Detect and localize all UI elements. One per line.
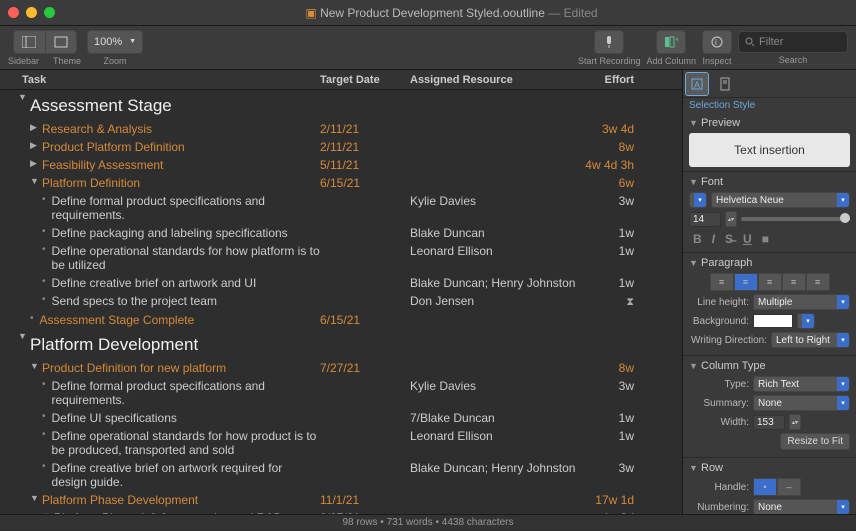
search-label: Search	[779, 55, 808, 65]
text-color-button[interactable]: ■	[762, 232, 769, 246]
align-center-button[interactable]: ≡	[734, 273, 758, 291]
align-right-button[interactable]: ≡	[758, 273, 782, 291]
handle-none-button[interactable]: –	[777, 478, 801, 496]
outline-row[interactable]: ▼Platform Phase Development11/1/2117w 1d	[0, 491, 682, 509]
status-bar: 98 rows • 731 words • 4438 characters	[0, 514, 856, 530]
handle-bullet-button[interactable]: •	[753, 478, 777, 496]
width-label: Width:	[689, 417, 749, 428]
numbering-label: Numbering:	[689, 502, 749, 513]
line-height-select[interactable]: Multiple▾	[753, 294, 850, 310]
column-headers: Task Target Date Assigned Resource Effor…	[0, 70, 682, 90]
titlebar: ▣ New Product Development Styled.ooutlin…	[0, 0, 856, 26]
outline-row[interactable]: ▼Platform Phase 1 & 2 prototyping and R&…	[0, 509, 682, 514]
font-size-slider[interactable]	[741, 217, 850, 221]
window-title: ▣ New Product Development Styled.ooutlin…	[55, 6, 848, 20]
svg-text:i: i	[715, 38, 717, 47]
outline-row[interactable]: ▼Platform Definition6/15/216w	[0, 174, 682, 192]
numbering-select[interactable]: None▾	[753, 499, 850, 514]
align-natural-button[interactable]: ≡	[806, 273, 830, 291]
writing-dir-label: Writing Direction:	[689, 335, 767, 346]
width-field[interactable]: 153	[753, 415, 785, 430]
outline-row[interactable]: •Define operational standards for how pl…	[0, 242, 682, 274]
outline-row[interactable]: •Define formal product specifications an…	[0, 377, 682, 409]
zoom-button[interactable]	[44, 7, 55, 18]
background-label: Background:	[689, 316, 749, 327]
font-size-field[interactable]: 14	[689, 212, 721, 227]
align-justify-button[interactable]: ≡	[782, 273, 806, 291]
svg-text:A: A	[694, 80, 700, 90]
window-controls	[8, 7, 55, 18]
zoom-select[interactable]: 100%▼	[87, 30, 143, 54]
filter-input[interactable]: Filter	[738, 31, 848, 53]
outline-row[interactable]: ▶Feasibility Assessment5/11/214w 4d 3h	[0, 156, 682, 174]
outline-row[interactable]: ▶Research & Analysis2/11/213w 4d	[0, 120, 682, 138]
outline-row[interactable]: •Assessment Stage Complete6/15/21	[0, 311, 682, 329]
outline-row[interactable]: •Define packaging and labeling specifica…	[0, 224, 682, 242]
minimize-button[interactable]	[26, 7, 37, 18]
font-style-select[interactable]: ▾	[689, 192, 707, 208]
summary-label: Summary:	[689, 398, 749, 409]
handle-label: Handle:	[689, 482, 749, 493]
selection-style-label: Selection Style	[683, 98, 856, 113]
inspector-tab-style[interactable]: A	[685, 72, 709, 96]
align-left-button[interactable]: ≡	[710, 273, 734, 291]
width-stepper[interactable]: ▴▾	[789, 414, 801, 430]
type-label: Type:	[689, 379, 749, 390]
type-select[interactable]: Rich Text▾	[753, 376, 850, 392]
inspector-panel: A Selection Style ▼Preview Text insertio…	[682, 70, 856, 514]
line-height-label: Line height:	[689, 297, 749, 308]
row-heading: Row	[701, 462, 723, 474]
col-task[interactable]: Task	[0, 74, 320, 86]
section-row[interactable]: ▼Assessment Stage	[0, 90, 682, 120]
theme-label: Theme	[53, 56, 81, 66]
outline-row[interactable]: •Define UI specifications7/Blake Duncan1…	[0, 409, 682, 427]
outline-row[interactable]: •Define operational standards for how pr…	[0, 427, 682, 459]
svg-text:+: +	[675, 36, 678, 44]
zoom-label: Zoom	[104, 56, 127, 66]
col-target-date[interactable]: Target Date	[320, 74, 410, 86]
inspect-label: Inspect	[702, 56, 731, 66]
outline-row[interactable]: •Define creative brief on artwork requir…	[0, 459, 682, 491]
summary-select[interactable]: None▾	[753, 395, 850, 411]
background-select[interactable]: ▾	[797, 313, 815, 329]
sidebar-label: Sidebar	[8, 56, 39, 66]
outline-row[interactable]: ▼Product Definition for new platform7/27…	[0, 359, 682, 377]
font-family-select[interactable]: Helvetica Neue▾	[711, 192, 850, 208]
search-icon	[745, 37, 755, 47]
outline-view: Task Target Date Assigned Resource Effor…	[0, 70, 682, 514]
font-heading: Font	[701, 176, 723, 188]
bold-button[interactable]: B	[693, 232, 702, 246]
close-button[interactable]	[8, 7, 19, 18]
start-recording-label: Start Recording	[578, 56, 641, 66]
outline-row[interactable]: ▶Product Platform Definition2/11/218w	[0, 138, 682, 156]
paragraph-heading: Paragraph	[701, 257, 752, 269]
font-size-stepper[interactable]: ▴▾	[725, 211, 737, 227]
underline-button[interactable]: U	[743, 232, 752, 246]
sidebar-toggle[interactable]	[13, 30, 45, 54]
inspector-tab-doc[interactable]	[713, 72, 737, 96]
theme-button[interactable]	[45, 30, 77, 54]
outline-row[interactable]: •Define creative brief on artwork and UI…	[0, 274, 682, 292]
italic-button[interactable]: I	[712, 232, 715, 246]
col-assigned[interactable]: Assigned Resource	[410, 74, 580, 86]
outline-row[interactable]: •Define formal product specifications an…	[0, 192, 682, 224]
add-column-label: Add Column	[646, 56, 696, 66]
outline-row[interactable]: •Send specs to the project teamDon Jense…	[0, 292, 682, 311]
start-recording-button[interactable]	[594, 30, 624, 54]
preview-box: Text insertion	[689, 133, 850, 167]
column-type-heading: Column Type	[701, 360, 766, 372]
add-column-button[interactable]: +	[656, 30, 686, 54]
strike-button[interactable]: S̶	[725, 232, 733, 246]
col-effort[interactable]: Effort	[580, 74, 682, 86]
background-swatch[interactable]	[753, 314, 793, 328]
inspect-button[interactable]: i	[702, 30, 732, 54]
toolbar: SidebarTheme 100%▼ Zoom Start Recording …	[0, 26, 856, 70]
section-row[interactable]: ▼Platform Development	[0, 329, 682, 359]
preview-heading: Preview	[701, 117, 740, 129]
writing-dir-select[interactable]: Left to Right▾	[771, 332, 850, 348]
resize-to-fit-button[interactable]: Resize to Fit	[780, 433, 850, 450]
